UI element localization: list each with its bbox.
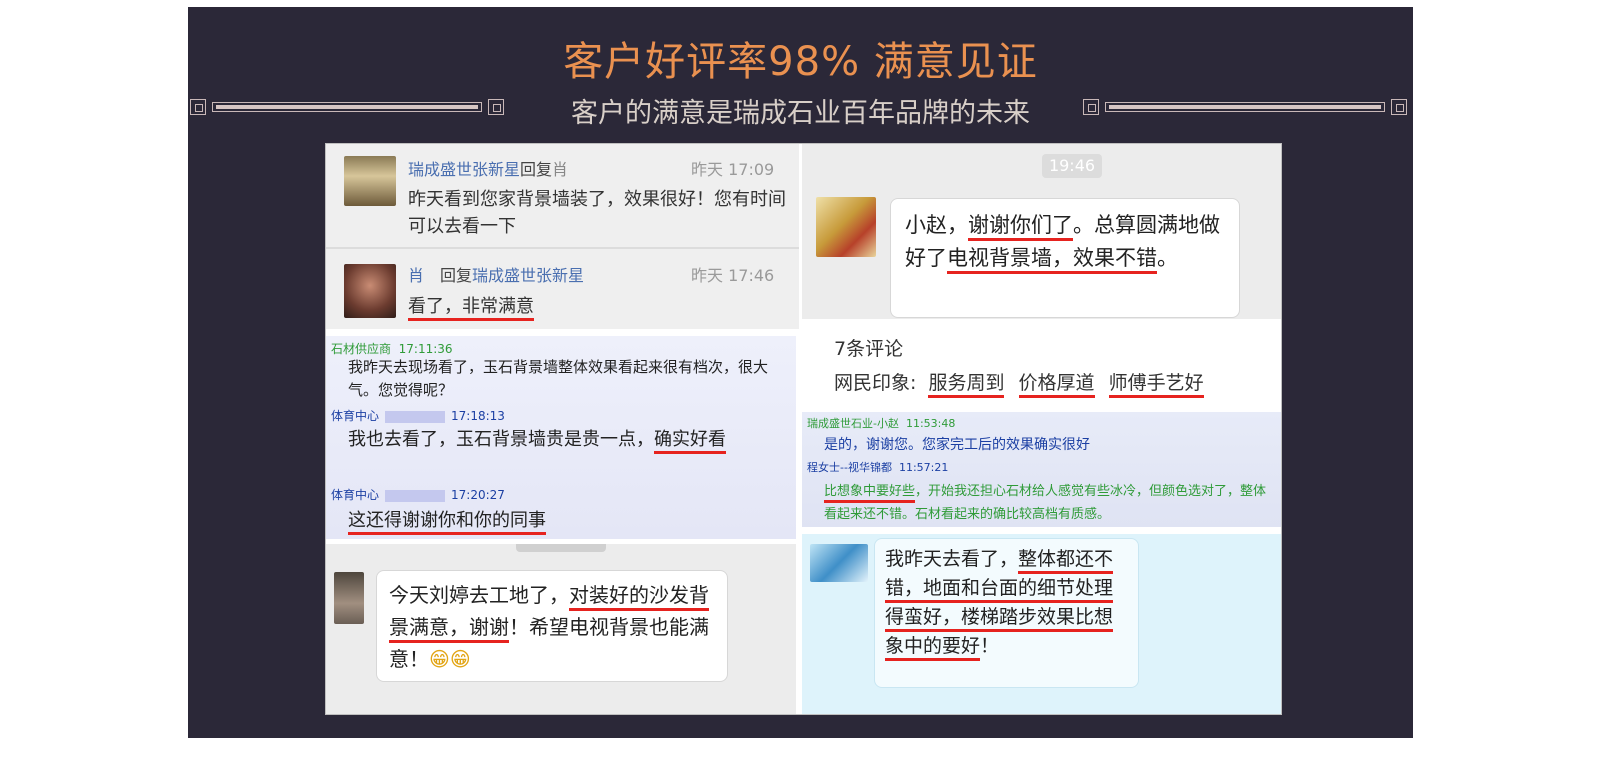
sender-name: 程女士--视华锦都 — [807, 461, 892, 474]
reply-text: 看了，非常满意 — [408, 292, 534, 321]
review-screenshot-collage: 瑞成盛世张新星回复肖 昨天 17:09 昨天看到您家背景墙装了，效果很好！您有时… — [325, 143, 1282, 715]
chat-bubble: 今天刘婷去工地了，对装好的沙发背景满意，谢谢！希望电视背景也能满意！😁😁 — [376, 570, 728, 682]
reply-time: 昨天 17:09 — [691, 160, 775, 179]
avatar — [344, 156, 396, 206]
reply-time: 昨天 17:46 — [691, 266, 775, 285]
chat-text: 小赵， — [905, 213, 968, 237]
blurred-name — [385, 410, 446, 423]
chat-bubble: 我昨天去看了，整体都还不错，地面和台面的细节处理得蛮好，楼梯踏步效果比想象中的要… — [874, 538, 1139, 688]
ornament-square — [1083, 99, 1099, 115]
divider — [326, 247, 799, 249]
avatar — [816, 197, 876, 257]
chat-text: 是的，谢谢您。您家完工后的效果确实很好 — [824, 437, 1090, 453]
review-panel-6: 今天刘婷去工地了，对装好的沙发背景满意，谢谢！希望电视背景也能满意！😁😁 — [326, 544, 796, 714]
highlighted-text: 这还得谢谢你和你的同事 — [348, 510, 546, 535]
ornament-bar — [1105, 102, 1385, 112]
chat-text: 今天刘婷去工地了， — [389, 583, 569, 607]
chat-text: ！ — [980, 635, 1000, 657]
impression-tag: 价格厚道 — [1018, 372, 1095, 398]
sender-time: 17:20:27 — [451, 488, 505, 502]
highlighted-text: 谢谢你们了 — [968, 213, 1073, 241]
sender-name: 瑞成盛世石业-小赵 — [807, 417, 899, 430]
reply-header: 瑞成盛世张新星回复肖 — [408, 156, 568, 180]
chat-text: 这还得谢谢你和你的同事 — [348, 506, 546, 535]
avatar — [344, 264, 396, 318]
sender-name: 体育中心 — [331, 409, 380, 423]
chat-text-part: 我也去看了，玉石背景墙贵是贵一点， — [348, 429, 654, 450]
sender-time: 11:57:21 — [898, 461, 949, 474]
page-title: 客户好评率98% 满意见证 — [563, 39, 1038, 85]
impression-label: 网民印象: — [834, 372, 917, 394]
chat-bubble: 小赵，谢谢你们了。总算圆满地做好了电视背景墙，效果不错。 — [890, 198, 1240, 318]
reply-label: 回复 — [520, 160, 553, 179]
reply-target: 瑞成盛世张新星 — [472, 266, 585, 285]
sender-time: 11:53:48 — [905, 417, 956, 430]
chat-sender: 体育中心 17:18:13 — [331, 407, 505, 424]
highlighted-text: 看了，非常满意 — [408, 296, 534, 321]
chat-sender: 程女士--视华锦都 11:57:21 — [807, 459, 948, 475]
highlighted-text: 确实好看 — [654, 429, 726, 454]
sender-time: 17:11:36 — [398, 342, 453, 356]
review-panel-3: 石材供应商 17:11:36 我昨天去现场看了，玉石背景墙整体效果看起来很有档次… — [326, 336, 796, 539]
avatar — [810, 544, 868, 582]
reply-label: 回复 — [440, 266, 473, 285]
grin-emoji-icon: 😁😁 — [429, 647, 471, 671]
sender-time: 17:18:13 — [451, 409, 505, 423]
ornament-square — [1391, 99, 1407, 115]
chat-timestamp: 19:46 — [1042, 154, 1102, 178]
reply-header: 肖回复瑞成盛世张新星 — [408, 262, 584, 286]
chat-text: 我也去看了，玉石背景墙贵是贵一点，确实好看 — [348, 425, 788, 455]
chat-sender: 体育中心 17:20:27 — [331, 486, 505, 503]
reply-author: 瑞成盛世张新星 — [408, 160, 521, 179]
review-panel-7: 我昨天去看了，整体都还不错，地面和台面的细节处理得蛮好，楼梯踏步效果比想象中的要… — [802, 534, 1281, 714]
chat-text: 我昨天去看了， — [885, 548, 1019, 570]
reply-author: 肖 — [408, 266, 425, 285]
review-panel-2: 19:46 小赵，谢谢你们了。总算圆满地做好了电视背景墙，效果不错。 — [802, 144, 1281, 319]
reply-target: 肖 — [552, 160, 569, 179]
impression-row: 网民印象: 服务周到 价格厚道 师傅手艺好 — [834, 368, 1204, 398]
chat-text: 比想象中要好些，开始我还担心石材给人感觉有些冰冷，但颜色选对了，整体看起来还不错… — [824, 480, 1269, 526]
chat-sender: 石材供应商 17:11:36 — [331, 340, 453, 357]
avatar — [334, 572, 364, 624]
review-panel-4: 7条评论 网民印象: 服务周到 价格厚道 师傅手艺好 — [802, 324, 1281, 406]
reply-text: 昨天看到您家背景墙装了，效果很好！您有时间可以去看一下 — [408, 189, 786, 237]
impression-tag: 服务周到 — [928, 372, 1005, 398]
sender-name: 体育中心 — [331, 488, 380, 502]
impression-tag: 师傅手艺好 — [1108, 372, 1204, 398]
review-panel-1: 瑞成盛世张新星回复肖 昨天 17:09 昨天看到您家背景墙装了，效果很好！您有时… — [326, 144, 799, 329]
highlighted-text: 比想象中要好些 — [824, 484, 916, 503]
chat-timestamp — [516, 544, 606, 552]
blurred-name — [385, 489, 446, 502]
right-ornament — [1083, 99, 1411, 117]
highlighted-text: 电视背景墙，效果不错 — [947, 246, 1157, 274]
comment-count: 7条评论 — [834, 338, 904, 360]
chat-text: 。 — [1157, 246, 1178, 270]
chat-sender: 瑞成盛世石业-小赵 11:53:48 — [807, 415, 955, 431]
review-panel-5: 瑞成盛世石业-小赵 11:53:48 是的，谢谢您。您家完工后的效果确实很好 程… — [802, 412, 1281, 527]
sender-name: 石材供应商 — [331, 342, 392, 356]
chat-text: 我昨天去现场看了，玉石背景墙整体效果看起来很有档次，很大气。您觉得呢？ — [348, 358, 769, 399]
